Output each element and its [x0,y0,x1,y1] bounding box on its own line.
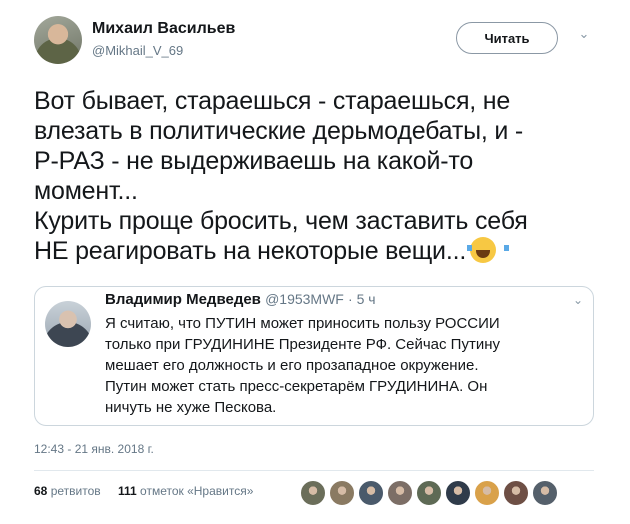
tweet-line: Вот бывает, стараешься - стараешься, не [34,87,511,115]
follow-button[interactable]: Читать [456,22,558,54]
chevron-down-icon[interactable]: ⌄ [573,293,583,307]
quoted-line: Я считаю, что ПУТИН может приносить поль… [105,315,500,332]
tweet-line: Р-РАЗ - не выдерживаешь на какой-то [34,147,474,175]
liker-avatar[interactable] [358,480,384,506]
avatar[interactable] [34,16,82,64]
liker-avatar[interactable] [416,480,442,506]
quoted-handle: @1953MWF [265,291,344,307]
quoted-line: мешает его должность и его прозападное о… [105,357,479,374]
tweet-line: Курить проще бросить, чем заставить себя [34,207,528,235]
liker-avatar[interactable] [387,480,413,506]
quoted-line: только при ГРУДИНИНЕ Президенте РФ. Сейч… [105,336,500,353]
quoted-text: Я считаю, что ПУТИН может приносить поль… [105,313,585,418]
quoted-tweet[interactable]: Владимир Медведев @1953MWF · 5 ч ⌄ Я счи… [34,286,594,426]
user-name[interactable]: Михаил Васильев [92,20,235,38]
timestamp[interactable]: 12:43 - 21 янв. 2018 г. [34,442,154,456]
divider [34,470,594,471]
quoted-avatar[interactable] [45,301,91,347]
tweet-stats: 68 ретвитов 111 отметок «Нравится» [34,484,267,508]
liker-avatar[interactable] [329,480,355,506]
retweets-count: 68 [34,484,48,498]
quoted-time: · 5 ч [348,291,376,307]
liker-avatar[interactable] [532,480,558,506]
likes-label: отметок «Нравится» [140,484,254,498]
liker-avatar[interactable] [300,480,326,506]
tweet-text: Вот бывает, стараешься - стараешься, не … [34,86,604,266]
liker-avatar[interactable] [503,480,529,506]
tweet-line: момент... [34,177,138,205]
quoted-author[interactable]: Владимир Медведев @1953MWF · 5 ч [105,291,376,308]
user-handle[interactable]: @Mikhail_V_69 [92,43,183,58]
tweet-line: НЕ реагировать на некоторые вещи... [34,237,467,265]
quoted-line: ничуть не хуже Пескова. [105,399,277,416]
quoted-name: Владимир Медведев [105,291,261,308]
likes-count: 111 [117,484,137,498]
retweets-stat[interactable]: 68 ретвитов [34,484,101,498]
retweets-label: ретвитов [50,484,101,498]
likes-stat[interactable]: 111 отметок «Нравится» [118,484,253,498]
tweet-line: влезать в политические дерьмодебаты, и - [34,117,523,145]
likers-avatars [300,480,558,506]
face-with-tears-of-joy-icon [467,237,510,263]
quoted-line: Путин может стать пресс-секретарём ГРУДИ… [105,378,488,395]
tweet-header: Михаил Васильев @Mikhail_V_69 Читать ⌄ [34,16,604,76]
liker-avatar[interactable] [445,480,471,506]
liker-avatar[interactable] [474,480,500,506]
chevron-down-icon[interactable]: ⌄ [576,26,592,42]
tweet-line-last: НЕ реагировать на некоторые вещи... [34,236,604,266]
